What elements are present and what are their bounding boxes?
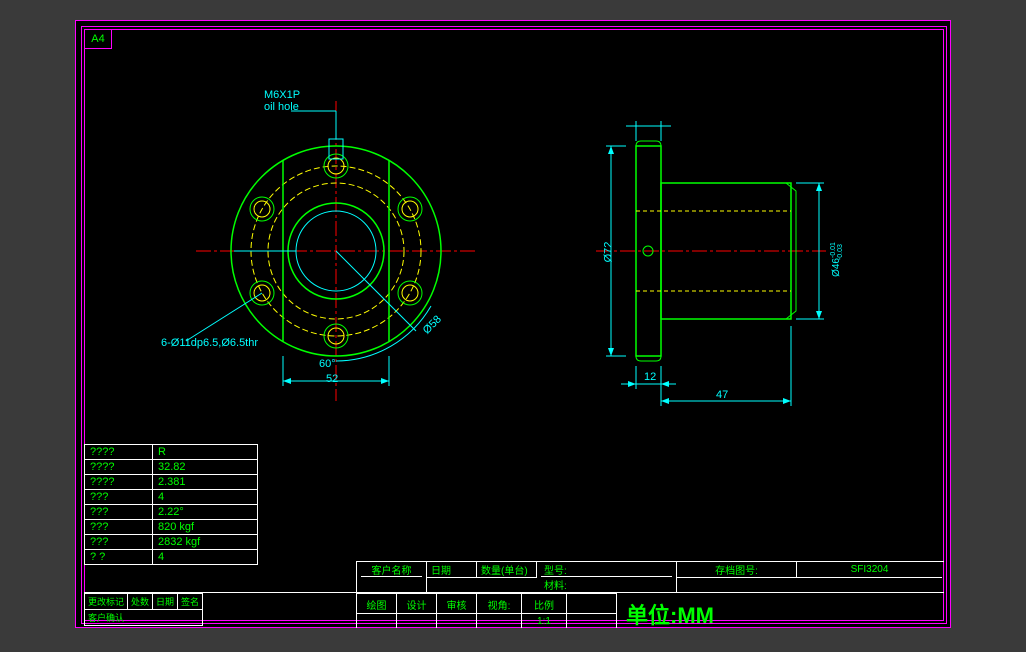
titleblock-top: 客户名称 日期 数量(单台) 型号: 材料: 存档图号: SFI3204 (356, 561, 944, 593)
scale-value: 1:1 (522, 614, 567, 628)
revision-block: 更改标记处数日期签名 客户确认 (84, 593, 203, 626)
date-label: 日期 (427, 562, 477, 578)
dim-52: 52 (326, 373, 338, 385)
model-label: 型号: (541, 562, 672, 577)
check-label: 审核 (437, 594, 477, 615)
cad-canvas: A4 (75, 20, 951, 628)
dia46-label: Ø46-0.01-0.03 (831, 226, 842, 277)
front-view (156, 81, 556, 481)
qty-label: 数量(单台) (477, 562, 537, 578)
units-label: 单位:MM (626, 598, 714, 630)
angle-60: 60° (319, 358, 336, 370)
draw-label: 绘图 (357, 594, 397, 615)
design-label: 设计 (397, 594, 437, 615)
titleblock-bottom: 绘图 设计 审核 视角: 比例 (356, 593, 616, 615)
oil-hole-label-2: oil hole (264, 101, 299, 113)
bolt-note: 6-Ø11dp6.5,Ø6.5thr (161, 337, 258, 349)
material-label: 材料: (541, 577, 567, 592)
view-label: 视角: (477, 594, 522, 615)
oil-hole-label-1: M6X1P (264, 89, 300, 101)
customer-label: 客户名称 (361, 562, 422, 577)
drawing-no: SFI3204 (797, 562, 942, 578)
dia72-label: Ø72 (602, 242, 614, 263)
dim-47: 47 (716, 389, 728, 401)
sheet-format: A4 (84, 29, 112, 49)
spec-table: ????R ????32.82 ????2.381 ???4 ???2.22° … (84, 444, 258, 565)
drawing-no-label: 存档图号: (677, 562, 797, 578)
side-view (566, 91, 846, 441)
scale-label: 比例 (534, 597, 554, 612)
dim-12: 12 (644, 371, 656, 383)
